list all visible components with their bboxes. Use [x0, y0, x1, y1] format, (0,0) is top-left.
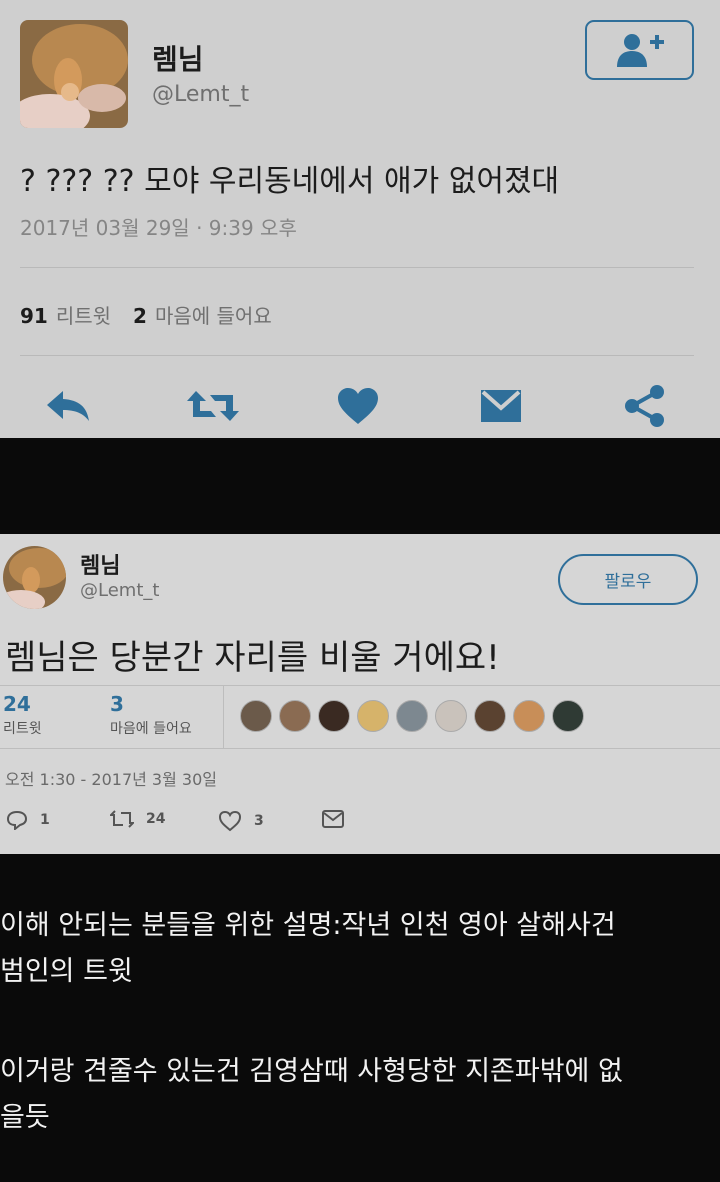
divider: [20, 267, 694, 268]
dm-icon: [481, 390, 521, 422]
liker-avatar[interactable]: [474, 700, 506, 732]
tweet-timestamp[interactable]: 오전 1:30 - 2017년 3월 30일: [5, 766, 217, 790]
follow-button[interactable]: 팔로우: [558, 554, 698, 605]
divider: [0, 685, 720, 686]
tweet-card-2: 렘님 @Lemt_t 팔로우 렘님은 당분간 자리를 비울 거에요! 24 리트…: [0, 534, 720, 854]
tweet-stats: 91 리트윗 2 마음에 들어요: [20, 300, 272, 329]
liker-avatar[interactable]: [396, 700, 428, 732]
like-count: 3: [110, 692, 124, 716]
divider: [20, 355, 694, 356]
user-name: 렘님: [80, 554, 121, 579]
liker-avatars: [240, 700, 591, 732]
caption-line: 을듯: [0, 1102, 50, 1133]
liker-avatar[interactable]: [357, 700, 389, 732]
caption-line: 이거랑 견줄수 있는건 김영삼때 사형당한 지존파밖에 없: [0, 1056, 623, 1087]
divider: [223, 686, 224, 748]
retweet-count: 24: [3, 692, 31, 716]
retweet-action-count: 24: [146, 811, 166, 827]
tweet-card-1: 렘님 @Lemt_t ? ??? ?? 모야 우리동네에서 애가 없어졌대 20…: [0, 0, 720, 438]
like-action-count: 3: [254, 813, 264, 829]
heart-icon: [338, 388, 378, 424]
tweet-timestamp[interactable]: 2017년 03월 29일 · 9:39 오후: [20, 212, 297, 241]
retweet-button[interactable]: 24: [110, 810, 165, 828]
share-button[interactable]: [621, 384, 669, 428]
add-user-icon: [616, 34, 664, 67]
avatar[interactable]: [20, 20, 128, 128]
user-handle: @Lemt_t: [80, 580, 160, 601]
reply-icon: [6, 810, 28, 830]
like-label[interactable]: 마음에 들어요: [110, 718, 192, 738]
retweet-count: 91: [20, 304, 48, 328]
retweet-icon: [110, 810, 134, 828]
caption-line: 이해 안되는 분들을 위한 설명:작년 인천 영아 살해사건: [0, 910, 616, 941]
liker-avatar[interactable]: [279, 700, 311, 732]
liker-avatar[interactable]: [513, 700, 545, 732]
liker-avatar[interactable]: [552, 700, 584, 732]
retweet-label[interactable]: 리트윗: [3, 718, 42, 738]
share-icon: [625, 385, 664, 427]
like-button[interactable]: 3: [218, 810, 264, 832]
reply-count: 1: [40, 812, 50, 828]
user-handle: @Lemt_t: [152, 82, 250, 107]
caption-line: 범인의 트윗: [0, 956, 133, 987]
retweet-icon: [187, 391, 239, 421]
tweet-text: 렘님은 당분간 자리를 비울 거에요!: [5, 638, 500, 678]
retweet-label[interactable]: 리트윗: [56, 304, 111, 328]
dm-icon: [322, 810, 344, 828]
tweet-text: ? ??? ?? 모야 우리동네에서 애가 없어졌대: [20, 164, 560, 199]
like-label[interactable]: 마음에 들어요: [155, 304, 272, 328]
divider: [0, 748, 720, 749]
liker-avatar[interactable]: [240, 700, 272, 732]
liker-avatar[interactable]: [435, 700, 467, 732]
retweet-button[interactable]: [186, 384, 240, 428]
direct-message-button[interactable]: [322, 810, 356, 828]
reply-button[interactable]: [44, 384, 92, 428]
heart-icon: [218, 810, 242, 832]
like-button[interactable]: [334, 384, 382, 428]
reply-button[interactable]: 1: [6, 810, 50, 830]
liker-avatar[interactable]: [318, 700, 350, 732]
reply-icon: [47, 391, 89, 421]
direct-message-button[interactable]: [477, 384, 525, 428]
follow-button[interactable]: [585, 20, 694, 80]
user-name: 렘님: [152, 43, 204, 76]
avatar[interactable]: [3, 546, 66, 609]
like-count: 2: [133, 304, 147, 328]
